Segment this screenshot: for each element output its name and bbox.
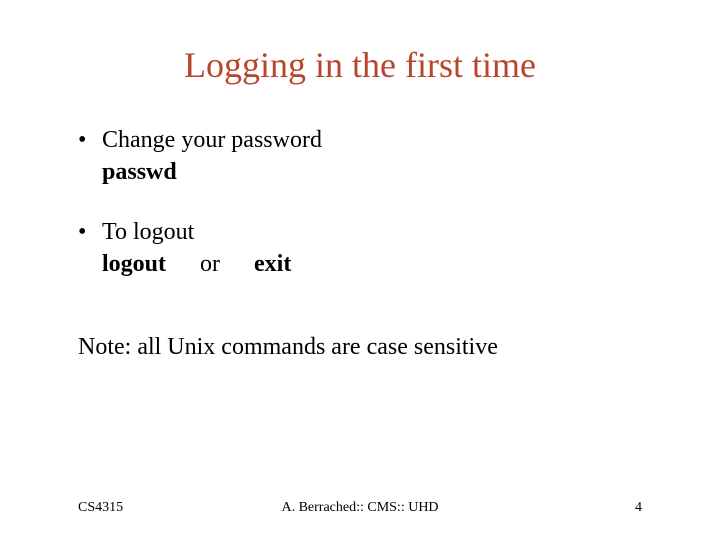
note-text: Note: all Unix commands are case sensiti… <box>78 334 498 361</box>
bullet-item: • Change your password <box>78 125 638 155</box>
slide: Logging in the first time • Change your … <box>0 0 720 540</box>
bullet-icon: • <box>78 217 102 247</box>
command-text: passwd <box>102 157 177 187</box>
bullet-subline: passwd <box>78 157 638 187</box>
bullet-subline: logout or exit <box>78 249 638 279</box>
footer-page-number: 4 <box>635 500 642 516</box>
bullet-item: • To logout <box>78 217 638 247</box>
bullet-text: Change your password <box>102 125 322 155</box>
bullet-icon: • <box>78 125 102 155</box>
slide-title: Logging in the first time <box>0 44 720 86</box>
footer-center: A. Berrached:: CMS:: UHD <box>0 500 720 516</box>
slide-body: • Change your password passwd • To logou… <box>78 125 638 281</box>
separator-text: or <box>200 249 220 279</box>
spacer <box>78 189 638 217</box>
command-text: logout <box>102 249 166 279</box>
command-text: exit <box>254 249 291 279</box>
bullet-text: To logout <box>102 217 194 247</box>
